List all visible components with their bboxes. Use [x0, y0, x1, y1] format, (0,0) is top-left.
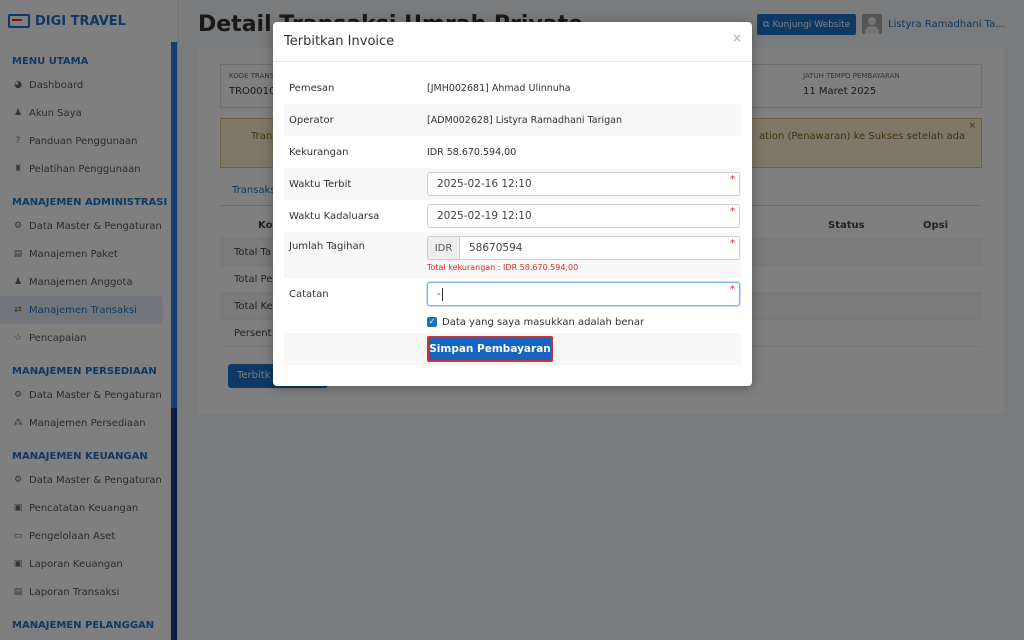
operator-label: Operator — [289, 114, 334, 126]
kekurangan-value: IDR 58.670.594,00 — [427, 146, 517, 158]
required-mark: * — [730, 238, 735, 249]
confirm-checkbox-group[interactable]: ✓ Data yang saya masukkan adalah benar — [427, 317, 644, 328]
waktu-kadaluarsa-input[interactable]: 2025-02-19 12:10 * — [427, 204, 740, 228]
row-actions: Simpan Pembayaran — [284, 333, 741, 365]
modal-title: Terbitkan Invoice — [284, 34, 395, 49]
required-mark: * — [730, 284, 735, 295]
jumlah-tagihan-group: IDR 58670594 * Total kekurangan : IDR 58… — [427, 236, 740, 272]
waktu-terbit-label: Waktu Terbit — [289, 178, 352, 190]
jumlah-tagihan-label: Jumlah Tagihan — [289, 241, 365, 252]
waktu-terbit-value: 2025-02-16 12:10 — [437, 178, 532, 190]
row-catatan: Catatan - * — [284, 278, 741, 310]
confirm-label: Data yang saya masukkan adalah benar — [442, 316, 645, 328]
row-jumlah-tagihan: Jumlah Tagihan IDR 58670594 * Total keku… — [284, 232, 741, 278]
required-mark: * — [730, 206, 735, 217]
waktu-kadaluarsa-label: Waktu Kadaluarsa — [289, 210, 380, 222]
waktu-kadaluarsa-value: 2025-02-19 12:10 — [437, 210, 532, 222]
save-payment-button[interactable]: Simpan Pembayaran — [427, 336, 553, 362]
jumlah-tagihan-value: 58670594 — [469, 242, 523, 254]
close-icon[interactable]: × — [732, 31, 742, 45]
row-waktu-kadaluarsa: Waktu Kadaluarsa 2025-02-19 12:10 * — [284, 200, 741, 232]
jumlah-tagihan-input[interactable]: IDR 58670594 * — [427, 236, 740, 260]
jumlah-hint: Total kekurangan : IDR 58.670.594,00 — [427, 263, 579, 272]
catatan-input[interactable]: - * — [427, 282, 740, 306]
waktu-terbit-input[interactable]: 2025-02-16 12:10 * — [427, 172, 740, 196]
operator-value: [ADM002628] Listyra Ramadhani Tarigan — [427, 114, 622, 126]
invoice-modal: Terbitkan Invoice × Pemesan [JMH002681] … — [273, 22, 752, 386]
currency-addon: IDR — [428, 237, 460, 259]
confirm-checkbox[interactable]: ✓ — [427, 317, 437, 327]
kekurangan-label: Kekurangan — [289, 146, 349, 158]
catatan-value: - — [437, 288, 441, 300]
required-mark: * — [730, 174, 735, 185]
pemesan-value: [JMH002681] Ahmad Ulinnuha — [427, 82, 571, 94]
row-confirm: ✓ Data yang saya masukkan adalah benar — [284, 312, 741, 332]
row-pemesan: Pemesan [JMH002681] Ahmad Ulinnuha — [284, 72, 741, 104]
row-operator: Operator [ADM002628] Listyra Ramadhani T… — [284, 104, 741, 136]
catatan-label: Catatan — [289, 288, 329, 300]
pemesan-label: Pemesan — [289, 82, 335, 94]
text-cursor — [441, 287, 443, 301]
row-waktu-terbit: Waktu Terbit 2025-02-16 12:10 * — [284, 168, 741, 200]
modal-header: Terbitkan Invoice × — [273, 22, 752, 62]
row-kekurangan: Kekurangan IDR 58.670.594,00 — [284, 136, 741, 168]
